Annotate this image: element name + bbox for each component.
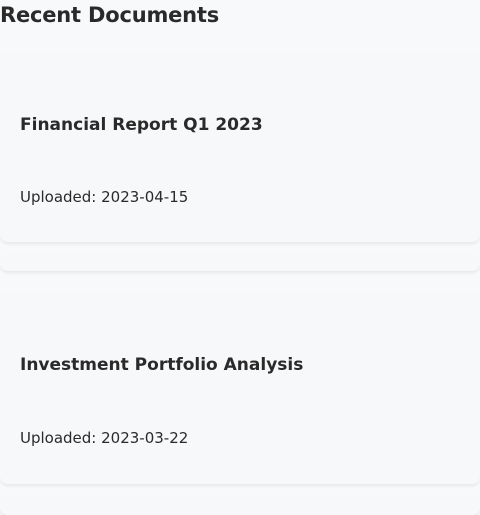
card-separator xyxy=(0,254,480,271)
section-title: Recent Documents xyxy=(0,3,220,27)
document-card[interactable]: Investment Portfolio Analysis Uploaded: … xyxy=(0,292,480,484)
card-separator xyxy=(0,496,480,515)
document-name[interactable]: Investment Portfolio Analysis xyxy=(20,355,303,375)
document-card[interactable]: Financial Report Q1 2023 Uploaded: 2023-… xyxy=(0,52,480,242)
document-name[interactable]: Financial Report Q1 2023 xyxy=(20,115,263,135)
document-upload-date: Uploaded: 2023-03-22 xyxy=(20,429,189,447)
document-upload-date: Uploaded: 2023-04-15 xyxy=(20,188,189,206)
recent-documents-page: Recent Documents Financial Report Q1 202… xyxy=(0,0,480,515)
